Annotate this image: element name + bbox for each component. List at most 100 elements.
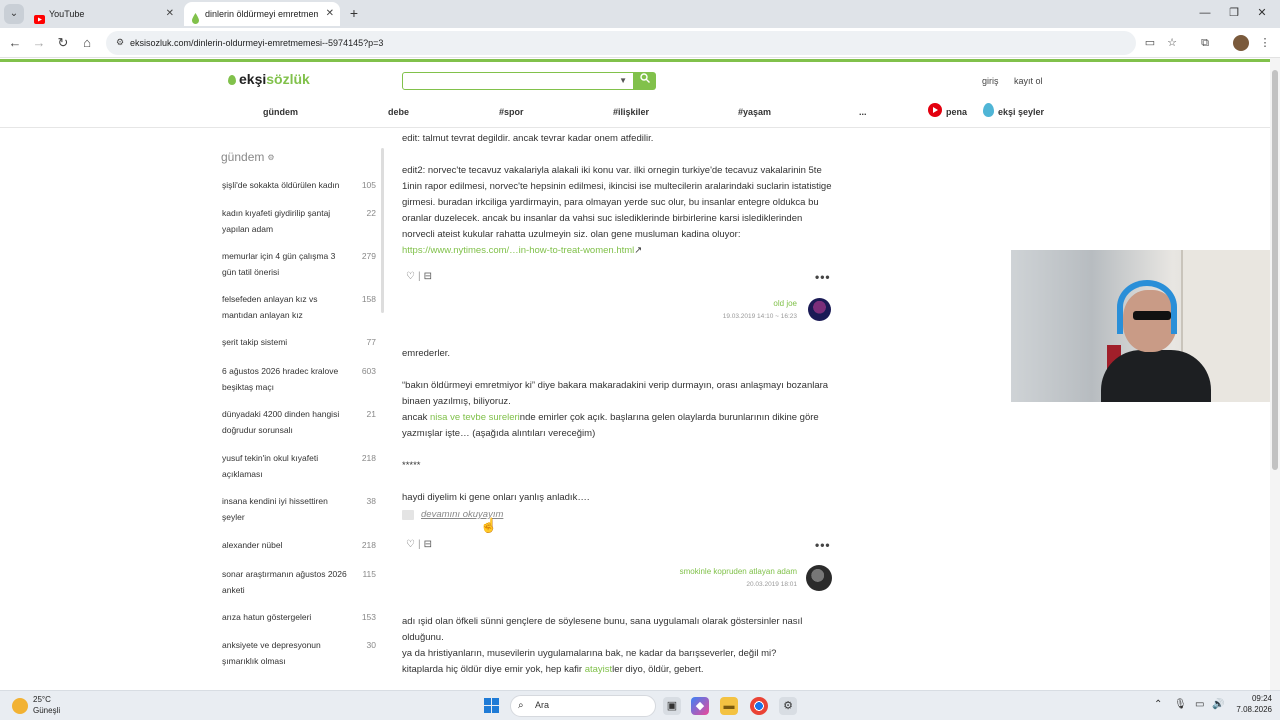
entry-text: emrederler. <box>402 348 451 359</box>
downvote-icon[interactable]: ⊟ <box>424 271 432 282</box>
entry-text: “bakın öldürmeyi emretmiyor ki” diye bak… <box>402 380 829 407</box>
author-avatar[interactable] <box>808 298 831 321</box>
file-explorer-icon[interactable]: ▬ <box>720 697 738 715</box>
sidebar-item[interactable]: memurlar için 4 gün çalışma 3 gün tatil … <box>222 249 376 280</box>
login-link[interactable]: giriş <box>982 76 999 86</box>
register-link[interactable]: kayıt ol <box>1014 76 1043 86</box>
favorite-heart-icon[interactable]: ♡ <box>406 539 415 550</box>
sidebar-item[interactable]: kadın kıyafeti giydirilip şantaj yapılan… <box>222 206 376 237</box>
nav-eksi-seyler[interactable]: ekşi şeyler <box>998 107 1044 117</box>
sidebar-scrollbar[interactable] <box>381 148 384 313</box>
tab-search-button[interactable]: ⌄ <box>4 4 24 24</box>
sidebar-item[interactable]: sonar araştırmanın ağustos 2026 anketi 11… <box>222 567 376 598</box>
tab-eksi[interactable]: dinlerin öldürmeyi emretmemesi ✕ <box>184 2 340 26</box>
clock-date[interactable]: 7.08.2026 <box>1233 705 1272 714</box>
entry-link[interactable]: nisa ve tevbe sureleri <box>430 412 520 423</box>
sidebar-item[interactable]: felsefeden anlayan kız vs mantıdan anlay… <box>222 292 376 323</box>
clock-time[interactable]: 09:24 <box>1245 694 1272 703</box>
menu-kebab-icon[interactable]: ⋮ <box>1256 34 1274 52</box>
downvote-icon[interactable]: ⊟ <box>424 539 432 550</box>
bookmark-star-icon[interactable]: ☆ <box>1163 34 1181 52</box>
mouse-cursor-icon: ☝ <box>480 517 498 533</box>
restore-icon[interactable]: ❐ <box>1224 4 1244 22</box>
sidebar-item[interactable]: şişli'de sokakta öldürülen kadın 105 <box>222 178 376 194</box>
weather-temp[interactable]: 25°C <box>33 695 51 704</box>
sidebar-title: gündem ⚙ <box>221 150 275 164</box>
webcam-person-body <box>1101 350 1211 402</box>
divider: | <box>417 539 421 550</box>
minimize-icon[interactable]: — <box>1195 4 1215 22</box>
entry-link[interactable]: atayist <box>585 664 612 675</box>
search-button[interactable] <box>634 72 656 90</box>
nav-debe[interactable]: debe <box>388 107 409 117</box>
search-input[interactable]: ▼ <box>402 72 634 90</box>
app-icon[interactable]: ⚙ <box>779 697 797 715</box>
windows-taskbar: 25°C Güneşli ⌕ Ara ▣ ◆ ▬ ⚙ ⌃ 🎙 ▭ 🔊 09:24… <box>0 690 1280 720</box>
entry-date[interactable]: 20.03.2019 18:01 <box>602 581 797 588</box>
page-scrollbar-thumb[interactable] <box>1272 70 1278 470</box>
address-bar[interactable]: ⚙ eksisozluk.com/dinlerin-oldurmeyi-emre… <box>106 31 1136 55</box>
task-view-icon[interactable]: ▣ <box>663 697 681 715</box>
sidebar-item[interactable]: şerit takip sistemi 77 <box>222 335 376 351</box>
url-text[interactable]: eksisozluk.com/dinlerin-oldurmeyi-emretm… <box>130 31 383 55</box>
sidebar-item[interactable]: yusuf tekin'in okul kıyafeti açıklaması 2… <box>222 451 376 482</box>
cast-icon[interactable]: ▭ <box>1141 34 1159 52</box>
forward-icon[interactable]: → <box>30 34 48 52</box>
gear-icon[interactable]: ⚙ <box>267 153 274 162</box>
tab-youtube[interactable]: YouTube ✕ <box>28 2 180 26</box>
site-header: ekşisözlük ▼ giriş kayıt ol gündem debe … <box>0 62 1270 128</box>
close-tab-icon[interactable]: ✕ <box>166 2 174 26</box>
show-hidden-icons[interactable]: ⌃ <box>1154 699 1162 710</box>
volume-icon[interactable]: 🔊 <box>1212 699 1224 710</box>
author-avatar[interactable] <box>806 565 832 591</box>
sunglasses-icon <box>1133 311 1171 320</box>
entry-text: kitaplarda hiç öldür diye emir yok, hep … <box>402 664 704 675</box>
nav-yasam[interactable]: #yaşam <box>738 107 771 117</box>
nav-gundem[interactable]: gündem <box>263 107 298 117</box>
new-tab-button[interactable]: + <box>345 4 363 22</box>
sidebar-item[interactable]: insana kendini iyi hissettiren şeyler 38 <box>222 494 376 525</box>
home-icon[interactable]: ⌂ <box>78 34 96 52</box>
entry-more-button[interactable]: ••• <box>815 538 831 552</box>
sidebar-item[interactable]: arıza hatun göstergeleri 153 <box>222 610 376 626</box>
weather-desc[interactable]: Güneşli <box>33 706 60 715</box>
extensions-icon[interactable]: ⧉ <box>1196 34 1214 52</box>
sidebar-item[interactable]: alexander nübel 218 <box>222 538 376 554</box>
entry-actions: ♡ | ⊟ <box>406 271 432 282</box>
entry-more-button[interactable]: ••• <box>815 270 831 284</box>
microphone-icon[interactable]: 🎙 <box>1174 699 1187 710</box>
site-logo[interactable]: ekşisözlük <box>228 71 310 87</box>
entry-author[interactable]: smokinle kopruden atlayan adam <box>560 567 797 576</box>
entry-link[interactable]: https://www.nytimes.com/…in-how-to-treat… <box>402 245 634 256</box>
sidebar-item[interactable]: dünyadaki 4200 dinden hangisi doğrudur s… <box>222 407 376 438</box>
weather-sun-icon[interactable] <box>12 698 28 714</box>
search-dropdown-icon[interactable]: ▼ <box>619 76 627 85</box>
network-icon[interactable]: ▭ <box>1195 699 1204 710</box>
windows-start-icon[interactable] <box>484 698 500 714</box>
close-window-icon[interactable]: ✕ <box>1252 4 1272 22</box>
tab-title: dinlerin öldürmeyi emretmemesi <box>205 9 318 19</box>
entry-actions: ♡ | ⊟ <box>406 539 432 550</box>
sidebar-item[interactable]: anksiyete ve depresyonun şımarıklık olma… <box>222 638 376 669</box>
taskbar-search[interactable]: ⌕ Ara <box>510 695 656 717</box>
close-tab-icon[interactable]: ✕ <box>326 2 334 26</box>
entry-date[interactable]: 19.03.2019 14:10 ~ 16:23 <box>602 313 797 320</box>
copilot-icon[interactable]: ◆ <box>691 697 709 715</box>
entry-author[interactable]: old joe <box>602 299 797 308</box>
headset-icon <box>1117 280 1177 334</box>
nav-more[interactable]: ... <box>859 107 867 117</box>
nav-iliskiler[interactable]: #ilişkiler <box>613 107 649 117</box>
chrome-icon[interactable] <box>750 697 768 715</box>
profile-avatar[interactable] <box>1233 35 1249 51</box>
gundem-sidebar: gündem ⚙ şişli'de sokakta öldürülen kadın… <box>218 138 378 690</box>
sidebar-item[interactable]: 6 ağustos 2026 hradec kralove beşiktaş m… <box>222 364 376 395</box>
site-info-icon[interactable]: ⚙ <box>114 36 126 48</box>
back-icon[interactable]: ← <box>6 34 24 52</box>
entry-text: haydi diyelim ki gene onları yanlış anla… <box>402 492 590 503</box>
eksi-drop-icon <box>190 9 201 24</box>
nav-pena[interactable]: pena <box>946 107 967 117</box>
favorite-heart-icon[interactable]: ♡ <box>406 271 415 282</box>
reload-icon[interactable]: ↻ <box>54 34 72 52</box>
nav-spor[interactable]: #spor <box>499 107 524 117</box>
tab-title: YouTube <box>49 9 85 19</box>
